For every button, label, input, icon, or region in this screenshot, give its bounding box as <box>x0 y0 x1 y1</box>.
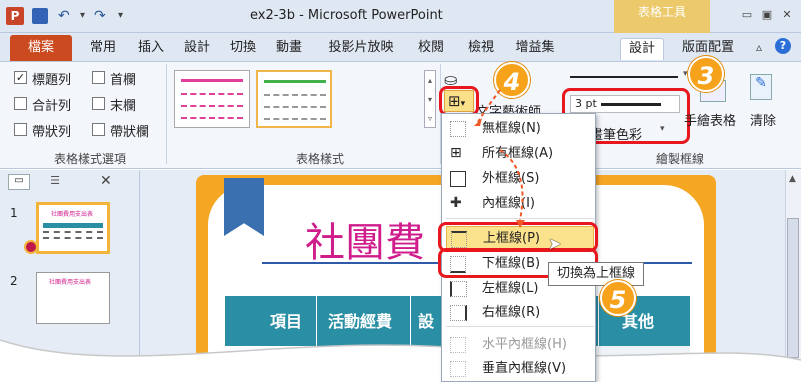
thumbnail-table <box>43 223 103 228</box>
banded-rows-label: 帶狀列 <box>32 125 72 140</box>
undo-icon[interactable]: ↶ <box>58 8 70 24</box>
save-icon[interactable] <box>32 8 48 24</box>
collapse-ribbon-icon[interactable]: ▵ <box>756 40 762 54</box>
draw-table-button[interactable]: 手繪表格 <box>684 110 736 129</box>
minimize-button[interactable]: ▭ <box>738 8 756 22</box>
eraser-icon: ✎ <box>750 74 772 100</box>
menu-item-inside-horizontal[interactable]: 水平內框線(H) <box>446 333 594 356</box>
header-row-label: 標題列 <box>32 73 72 88</box>
style-row-line <box>264 94 326 96</box>
eraser-button[interactable]: 清除 <box>750 110 776 129</box>
tooltip: 切換為上框線 <box>548 262 644 286</box>
outline-tab-icon[interactable]: ☰ <box>44 174 66 190</box>
table-style-options-label: 表格樣式選項 <box>53 152 126 166</box>
redo-icon[interactable]: ↷ <box>94 8 106 24</box>
left-border-icon <box>450 281 467 297</box>
banded-columns-label: 帶狀欄 <box>110 125 150 140</box>
first-column-checkbox[interactable] <box>92 71 105 84</box>
customize-qat-icon[interactable]: ▾ <box>118 8 123 24</box>
last-column-label: 末欄 <box>110 99 137 114</box>
slide-title[interactable]: 社團費 <box>305 210 425 268</box>
tab-table-design[interactable]: 設計 <box>620 38 664 60</box>
group-separator <box>166 64 167 164</box>
slide-number: 2 <box>10 274 18 288</box>
tab-slideshow[interactable]: 投影片放映 <box>318 38 404 60</box>
inside-horizontal-icon <box>450 337 466 353</box>
window-title: ex2-3b - Microsoft PowerPoint <box>250 8 443 23</box>
restore-button[interactable]: ▣ <box>758 8 776 22</box>
style-row-line <box>181 117 243 119</box>
tab-transitions[interactable]: 切換 <box>226 38 260 60</box>
chevron-down-icon[interactable]: ▾ <box>683 69 688 79</box>
slides-tab-icon[interactable]: ▭ <box>8 174 30 190</box>
menu-item-inside-vertical[interactable]: 垂直內框線(V) <box>446 357 594 380</box>
tab-home[interactable]: 常用 <box>86 38 120 60</box>
thumbnail-title: 社團費用支出表 <box>49 279 92 286</box>
tab-view[interactable]: 檢視 <box>464 38 498 60</box>
style-row-line <box>181 93 243 95</box>
total-row-checkbox[interactable] <box>14 97 27 110</box>
thumbnail-row <box>43 237 103 239</box>
tab-file[interactable]: 檔案 <box>10 35 72 61</box>
chevron-down-icon[interactable]: ▾ <box>80 8 85 24</box>
step-callout-5: 5 <box>600 280 636 316</box>
help-icon[interactable]: ? <box>775 38 791 54</box>
table-style-thumbnail-1[interactable] <box>174 70 250 128</box>
menu-item-right-border[interactable]: 右框線(R) <box>446 301 594 324</box>
last-column-checkbox[interactable] <box>92 97 105 110</box>
thumbnail-row <box>43 231 103 233</box>
style-header-bar <box>181 79 243 82</box>
style-row-line <box>264 106 326 108</box>
style-header-bar <box>264 80 326 83</box>
draw-borders-label: 繪製框線 <box>655 152 704 166</box>
powerpoint-logo-icon: P <box>6 7 24 25</box>
slide-thumbnail-2[interactable]: 社團費用支出表 <box>36 272 110 324</box>
style-row-line <box>264 118 326 120</box>
step-callout-3: 3 <box>688 56 724 92</box>
first-column-label: 首欄 <box>110 73 137 88</box>
table-tools-context: 表格工具 <box>614 0 710 33</box>
inside-vertical-icon <box>450 361 466 377</box>
tab-addins[interactable]: 增益集 <box>510 38 560 60</box>
tab-design[interactable]: 設計 <box>180 38 214 60</box>
close-button[interactable]: ✕ <box>778 8 796 22</box>
sound-marker-icon <box>24 240 38 254</box>
header-row-checkbox[interactable]: ✓ <box>14 71 27 84</box>
close-pane-icon[interactable]: ✕ <box>100 173 112 189</box>
tab-animations[interactable]: 動畫 <box>272 38 306 60</box>
banded-rows-checkbox[interactable] <box>14 123 27 136</box>
menu-divider <box>446 326 594 327</box>
scroll-up-icon[interactable]: ▲ <box>789 174 796 184</box>
table-style-thumbnail-2[interactable] <box>256 70 332 128</box>
slide-thumbnail-1[interactable]: 社團費用支出表 <box>36 202 110 254</box>
torn-edge-decoration <box>0 339 801 382</box>
callout-arrows <box>474 89 525 228</box>
total-row-label: 合計列 <box>32 99 72 114</box>
slide-number: 1 <box>10 206 18 220</box>
right-border-icon <box>450 305 467 321</box>
style-row-line <box>181 105 243 107</box>
tab-review[interactable]: 校閱 <box>414 38 448 60</box>
thumbnail-title: 社團費用支出表 <box>51 211 94 218</box>
tab-insert[interactable]: 插入 <box>134 38 168 60</box>
table-styles-label: 表格樣式 <box>295 152 344 166</box>
banded-columns-checkbox[interactable] <box>92 123 105 136</box>
